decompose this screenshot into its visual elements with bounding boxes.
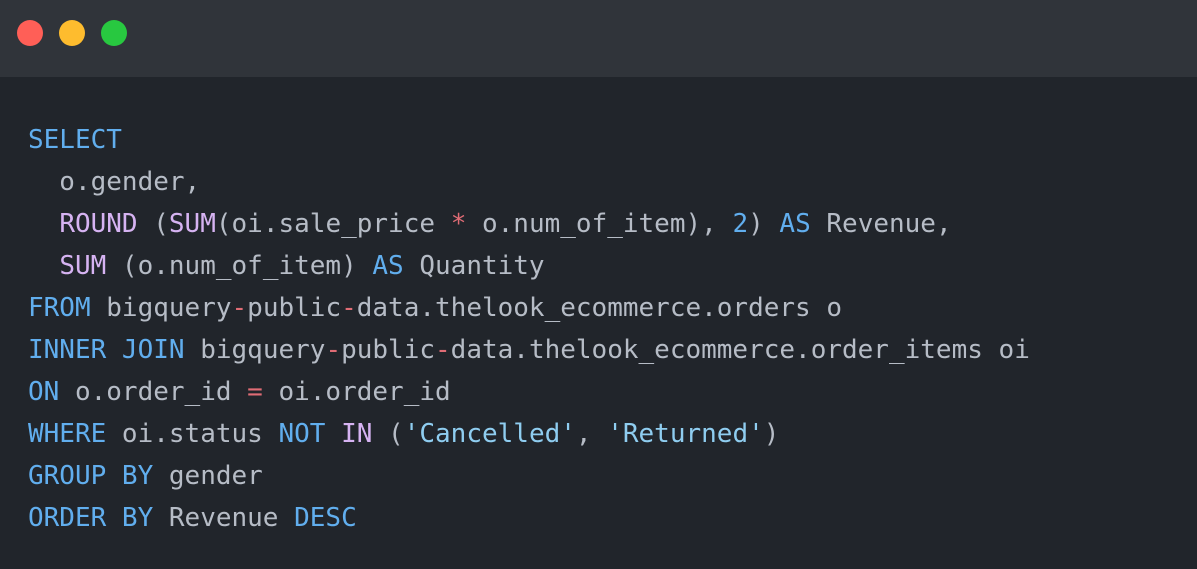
code-token: SUM xyxy=(59,251,107,281)
code-line: SUM (o.num_of_item) AS Quantity xyxy=(28,245,1030,287)
code-token: public xyxy=(341,335,436,365)
code-token: AS xyxy=(779,209,811,239)
code-line: INNER JOIN bigquery-public-data.thelook_… xyxy=(28,329,1030,371)
code-line: ROUND (SUM(oi.sale_price * o.num_of_item… xyxy=(28,203,1030,245)
code-line: o.gender, xyxy=(28,161,1030,203)
code-token: gender xyxy=(153,461,263,491)
code-token: INNER JOIN xyxy=(28,335,185,365)
code-token: Revenue xyxy=(153,503,295,533)
code-token: , xyxy=(575,419,608,449)
code-window: SELECT o.gender, ROUND (SUM(oi.sale_pric… xyxy=(0,0,1197,569)
code-token: AS xyxy=(372,251,404,281)
code-line: ON o.order_id = oi.order_id xyxy=(28,371,1030,413)
minimize-window-button[interactable] xyxy=(59,20,85,46)
code-line: GROUP BY gender xyxy=(28,455,1030,497)
code-line: WHERE oi.status NOT IN ('Cancelled', 'Re… xyxy=(28,413,1030,455)
code-token: ON xyxy=(28,377,60,407)
code-token: data.thelook_ecommerce.order_items oi xyxy=(450,335,1030,365)
code-token: ( xyxy=(137,209,169,239)
code-token: bigquery xyxy=(184,335,326,365)
code-token: data.thelook_ecommerce.orders o xyxy=(356,293,843,323)
code-token: Revenue, xyxy=(810,209,952,239)
code-token: - xyxy=(341,293,357,323)
code-token: ROUND xyxy=(59,209,138,239)
code-token: - xyxy=(435,335,451,365)
sql-code-block: SELECT o.gender, ROUND (SUM(oi.sale_pric… xyxy=(28,119,1030,539)
maximize-window-button[interactable] xyxy=(101,20,127,46)
code-token: bigquery xyxy=(90,293,232,323)
code-token: 'Returned' xyxy=(607,419,764,449)
code-token: 'Cancelled' xyxy=(403,419,576,449)
code-token: o.gender, xyxy=(28,167,201,197)
code-token: FROM xyxy=(28,293,91,323)
code-token: DESC xyxy=(294,503,357,533)
code-token: - xyxy=(325,335,342,365)
code-token: GROUP BY xyxy=(28,461,154,491)
code-token: oi.order_id xyxy=(262,377,451,407)
code-token: - xyxy=(231,293,248,323)
code-token: Quantity xyxy=(403,251,545,281)
code-token: ( xyxy=(372,419,404,449)
code-token: ORDER BY xyxy=(28,503,154,533)
window-titlebar xyxy=(0,0,1197,77)
code-token: (o.num_of_item) xyxy=(106,251,373,281)
code-token: SUM xyxy=(168,209,216,239)
code-token: NOT xyxy=(278,419,326,449)
code-token: WHERE xyxy=(28,419,107,449)
code-token: public xyxy=(247,293,342,323)
code-token: ) xyxy=(763,419,780,449)
code-token: SELECT xyxy=(28,125,122,155)
code-token: o.order_id xyxy=(59,377,248,407)
code-token: * xyxy=(450,209,467,239)
code-line: FROM bigquery-public-data.thelook_ecomme… xyxy=(28,287,1030,329)
code-token: IN xyxy=(341,419,373,449)
code-token: ) xyxy=(748,209,780,239)
code-token: o.num_of_item), xyxy=(466,209,733,239)
code-token: = xyxy=(247,377,263,407)
code-line: SELECT xyxy=(28,119,1030,161)
code-line: ORDER BY Revenue DESC xyxy=(28,497,1030,539)
code-token: 2 xyxy=(732,209,749,239)
code-token: (oi.sale_price xyxy=(215,209,451,239)
code-token: oi.status xyxy=(106,419,279,449)
close-window-button[interactable] xyxy=(17,20,43,46)
